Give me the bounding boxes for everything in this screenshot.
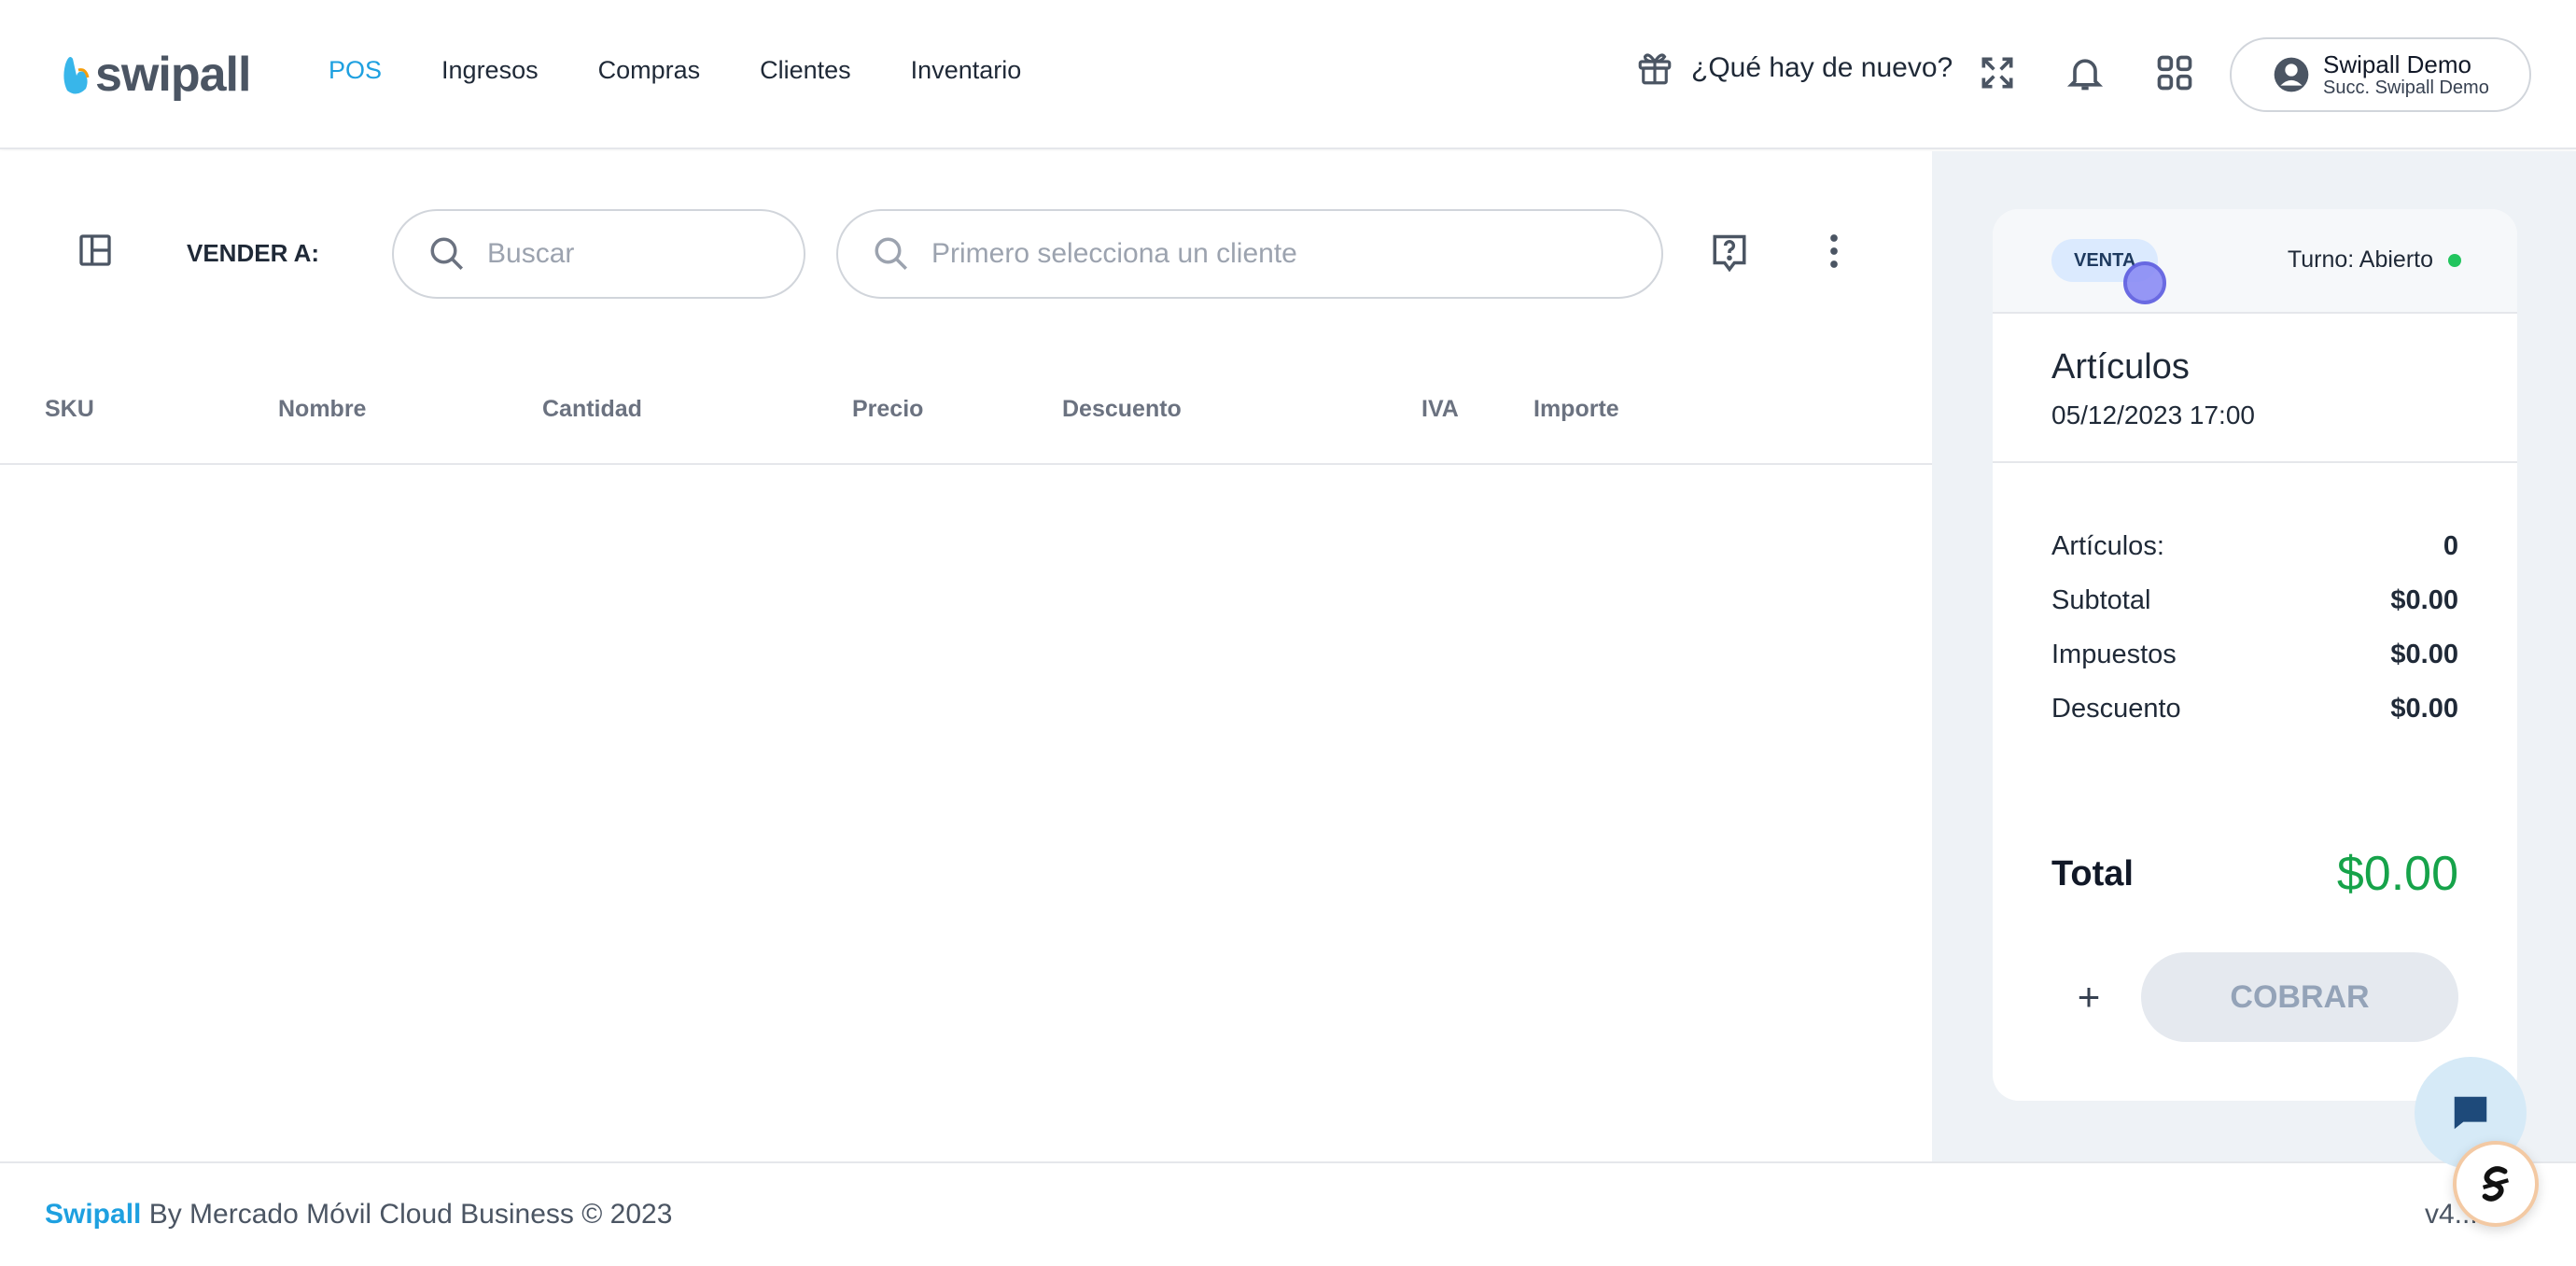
user-menu-button[interactable]: Swipall Demo Succ. Swipall Demo — [2230, 37, 2531, 112]
apps-grid-icon[interactable] — [2154, 52, 2195, 93]
whats-new-label: ¿Qué hay de nuevo? — [1691, 52, 1953, 83]
gift-icon — [1638, 53, 1672, 85]
shift-status-label: Turno: Abierto — [2287, 246, 2433, 273]
col-importe[interactable]: Importe — [1533, 396, 1619, 423]
more-vert-icon[interactable] — [1820, 232, 1848, 271]
nav-inventario[interactable]: Inventario — [911, 56, 1022, 85]
user-avatar-icon — [2274, 57, 2309, 92]
status-dot — [2448, 253, 2461, 267]
swipall-hand-icon — [63, 57, 90, 94]
footer-brand[interactable]: Swipall — [45, 1199, 141, 1230]
summary-line: Artículos: 0 — [2051, 519, 2458, 573]
chat-bubble-icon — [2454, 1096, 2487, 1130]
line-value: $0.00 — [2390, 693, 2458, 724]
cart-table-header — [0, 381, 1932, 465]
top-navbar: swipall POS Ingresos Compras Clientes In… — [0, 0, 2576, 149]
product-search[interactable] — [392, 209, 805, 299]
line-label: Descuento — [2051, 693, 2181, 724]
total-value: $0.00 — [2336, 847, 2458, 901]
add-option-button[interactable]: + — [2051, 975, 2126, 1020]
user-name: Swipall Demo — [2323, 50, 2471, 78]
shift-status: Turno: Abierto — [2288, 246, 2461, 274]
nav-pos[interactable]: POS — [329, 56, 382, 85]
sale-datetime: 05/12/2023 17:00 — [2051, 401, 2255, 429]
client-search[interactable] — [836, 209, 1663, 299]
brand-s-icon — [2482, 1166, 2509, 1202]
nav-compras[interactable]: Compras — [598, 56, 701, 85]
help-icon[interactable] — [1710, 232, 1749, 274]
nav-ingresos[interactable]: Ingresos — [441, 56, 539, 85]
pos-main: VENDER A: SKU Nombre Cantidad Precio Des… — [0, 151, 1932, 1161]
line-label: Subtotal — [2051, 584, 2151, 615]
col-iva[interactable]: IVA — [1421, 396, 1459, 423]
total-label: Total — [2051, 853, 2134, 893]
search-icon — [875, 237, 907, 270]
product-search-input[interactable] — [487, 238, 751, 270]
layout-panel-icon[interactable] — [77, 232, 114, 269]
charge-button[interactable]: COBRAR — [2141, 952, 2458, 1042]
whats-new-link[interactable]: ¿Qué hay de nuevo? — [1635, 49, 1953, 88]
col-sku[interactable]: SKU — [45, 396, 94, 423]
checkout-actions: + COBRAR — [2051, 952, 2458, 1042]
fullscreen-icon[interactable] — [1977, 52, 2018, 93]
articles-title: Artículos — [2051, 347, 2190, 387]
col-cantidad[interactable]: Cantidad — [542, 396, 642, 423]
summary-line: Descuento $0.00 — [2051, 682, 2458, 736]
summary-card: VENTA Turno: Abierto Artículos 05/12/202… — [1993, 209, 2517, 1101]
col-nombre[interactable]: Nombre — [278, 396, 366, 423]
sell-to-label: VENDER A: — [187, 239, 320, 267]
summary-card-header: VENTA Turno: Abierto — [1993, 209, 2517, 314]
summary-lines: Artículos: 0 Subtotal $0.00 Impuestos $0… — [1993, 463, 2517, 736]
footer: Swipall By Mercado Móvil Cloud Business … — [0, 1161, 2576, 1266]
summary-line: Impuestos $0.00 — [2051, 627, 2458, 682]
logo-wordmark: swipall — [95, 48, 251, 102]
summary-panel: VENTA Turno: Abierto Artículos 05/12/202… — [1932, 151, 2576, 1161]
search-icon — [430, 237, 463, 270]
client-search-input[interactable] — [931, 238, 1485, 270]
main-nav: POS Ingresos Compras Clientes Inventario — [329, 56, 1021, 85]
summary-line: Subtotal $0.00 — [2051, 573, 2458, 627]
col-precio[interactable]: Precio — [852, 396, 923, 423]
cursor-indicator — [2123, 261, 2166, 304]
bell-icon[interactable] — [2065, 52, 2106, 93]
footer-text: By Mercado Móvil Cloud Business © 2023 — [141, 1199, 673, 1230]
line-value: $0.00 — [2390, 639, 2458, 669]
line-label: Impuestos — [2051, 639, 2177, 669]
line-value: $0.00 — [2390, 584, 2458, 615]
nav-clientes[interactable]: Clientes — [760, 56, 851, 85]
line-value: 0 — [2443, 530, 2458, 561]
col-descuento[interactable]: Descuento — [1062, 396, 1182, 423]
assistant-button[interactable] — [2453, 1141, 2539, 1227]
user-branch: Succ. Swipall Demo — [2323, 77, 2489, 98]
swipall-logo[interactable]: swipall — [58, 47, 251, 103]
articles-header: Artículos 05/12/2023 17:00 — [1993, 314, 2517, 463]
line-label: Artículos: — [2051, 530, 2164, 561]
total-row: Total $0.00 — [2051, 846, 2458, 902]
footer-copyright: Swipall By Mercado Móvil Cloud Business … — [45, 1199, 672, 1231]
